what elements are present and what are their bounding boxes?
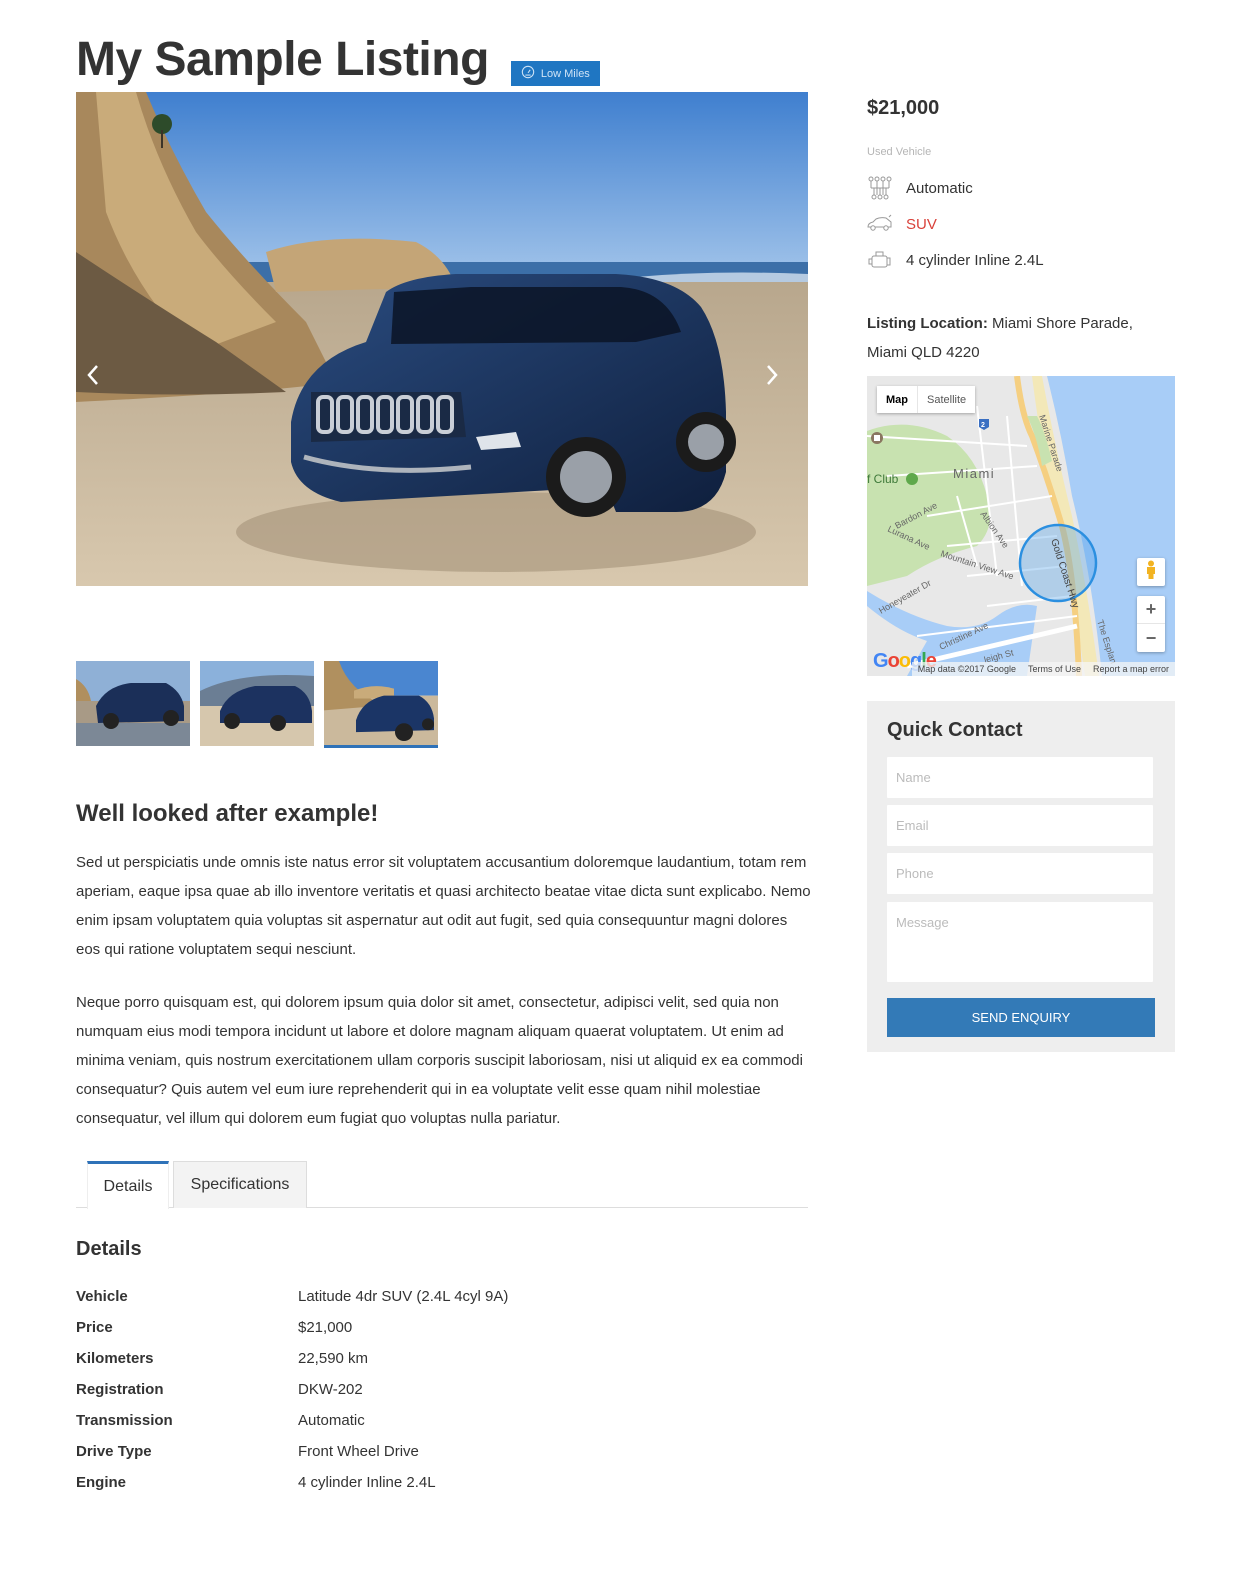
tabs: Details Specifications [76, 1161, 808, 1209]
details-label: Registration [76, 1381, 164, 1398]
map-data-credit: Map data ©2017 Google [917, 664, 1016, 674]
details-table: Vehicle Latitude 4dr SUV (2.4L 4cyl 9A) P… [76, 1281, 508, 1498]
map-zoom-control: + − [1137, 596, 1165, 652]
name-field[interactable] [887, 757, 1153, 798]
message-field[interactable] [887, 902, 1153, 982]
location-map[interactable]: 2 f Club Miami Marine Parade Gold Coast … [867, 376, 1175, 676]
details-label: Vehicle [76, 1288, 128, 1305]
gallery-next-button[interactable] [757, 360, 787, 394]
map-label-golf: f Club [867, 472, 899, 486]
listing-location: Listing Location: Miami Shore Parade, Mi… [867, 309, 1167, 367]
thumbnail-3-active[interactable] [324, 661, 438, 748]
report-map-error-link[interactable]: Report a map error [1087, 664, 1175, 674]
details-label: Drive Type [76, 1443, 152, 1460]
gearshift-icon [867, 175, 893, 201]
send-enquiry-button[interactable]: SEND ENQUIRY [887, 998, 1155, 1037]
map-type-satellite-button[interactable]: Satellite [918, 386, 975, 413]
zoom-in-button[interactable]: + [1137, 596, 1165, 624]
details-heading: Details [76, 1238, 142, 1260]
low-miles-badge: Low Miles [510, 61, 600, 86]
page-title: My Sample Listing [76, 33, 489, 86]
street-view-button[interactable] [1137, 558, 1165, 586]
quick-contact-title: Quick Contact [887, 719, 1023, 741]
email-field[interactable] [887, 805, 1153, 846]
details-row: Transmission Automatic [76, 1405, 508, 1436]
details-label: Transmission [76, 1412, 173, 1429]
details-value: Automatic [298, 1412, 365, 1429]
gallery-prev-button[interactable] [78, 360, 108, 394]
title-row: My Sample Listing Low Miles [76, 30, 600, 90]
details-value: 22,590 km [298, 1350, 369, 1367]
details-label: Kilometers [76, 1350, 154, 1367]
details-value: Latitude 4dr SUV (2.4L 4cyl 9A) [298, 1288, 509, 1305]
quick-contact-panel: Quick Contact SEND ENQUIRY [867, 701, 1175, 1052]
tab-details[interactable]: Details [87, 1161, 169, 1209]
map-type-control: Map Satellite [877, 386, 976, 413]
feature-value: SUV [906, 215, 937, 233]
feature-body-type: SUV [867, 211, 937, 237]
description-paragraph-2: Neque porro quisquam est, qui dolorem ip… [76, 994, 803, 1127]
car-body-icon [867, 211, 893, 237]
phone-field[interactable] [887, 853, 1153, 894]
map-type-map-button[interactable]: Map [877, 386, 918, 413]
vehicle-condition: Used Vehicle [867, 146, 932, 158]
zoom-out-button[interactable]: − [1137, 624, 1165, 652]
map-attribution: Map data ©2017 Google Terms of Use Repor… [911, 662, 1175, 676]
feature-value: Automatic [906, 179, 973, 197]
feature-value: 4 cylinder Inline 2.4L [906, 251, 1044, 269]
details-row: Registration DKW-202 [76, 1374, 508, 1405]
terms-of-use-link[interactable]: Terms of Use [1022, 664, 1087, 674]
sidebar-price: $21,000 [867, 97, 940, 119]
chevron-right-icon [765, 363, 779, 392]
map-label-suburb: Miami [953, 466, 995, 481]
details-value: Front Wheel Drive [298, 1443, 419, 1460]
details-row: Price $21,000 [76, 1312, 508, 1343]
thumbnail-strip [76, 661, 438, 748]
description-heading: Well looked after example! [76, 800, 379, 827]
location-label: Listing Location: [867, 315, 988, 332]
pegman-icon [1145, 560, 1157, 585]
chevron-left-icon [86, 363, 100, 392]
details-label: Engine [76, 1474, 127, 1491]
details-row: Engine 4 cylinder Inline 2.4L [76, 1467, 508, 1498]
description-paragraph-1: Sed ut perspiciatis unde omnis iste natu… [76, 854, 811, 958]
map-canvas[interactable]: 2 f Club Miami Marine Parade Gold Coast … [867, 376, 1175, 676]
thumbnail-1[interactable] [76, 661, 190, 746]
speedometer-icon [521, 65, 535, 82]
details-row: Drive Type Front Wheel Drive [76, 1436, 508, 1467]
feature-engine: 4 cylinder Inline 2.4L [867, 247, 1044, 273]
details-value: $21,000 [298, 1319, 353, 1336]
hero-photo [76, 92, 808, 586]
details-row: Kilometers 22,590 km [76, 1343, 508, 1374]
main-gallery-image[interactable] [76, 92, 808, 586]
engine-icon [867, 247, 893, 273]
details-value: DKW-202 [298, 1381, 363, 1398]
tab-specifications[interactable]: Specifications [173, 1161, 307, 1208]
details-value: 4 cylinder Inline 2.4L [298, 1474, 436, 1491]
details-label: Price [76, 1319, 113, 1336]
details-row: Vehicle Latitude 4dr SUV (2.4L 4cyl 9A) [76, 1281, 508, 1312]
feature-transmission: Automatic [867, 175, 973, 201]
badge-label: Low Miles [540, 67, 590, 80]
route-shield: 2 [981, 422, 985, 429]
thumbnail-2[interactable] [200, 661, 314, 746]
